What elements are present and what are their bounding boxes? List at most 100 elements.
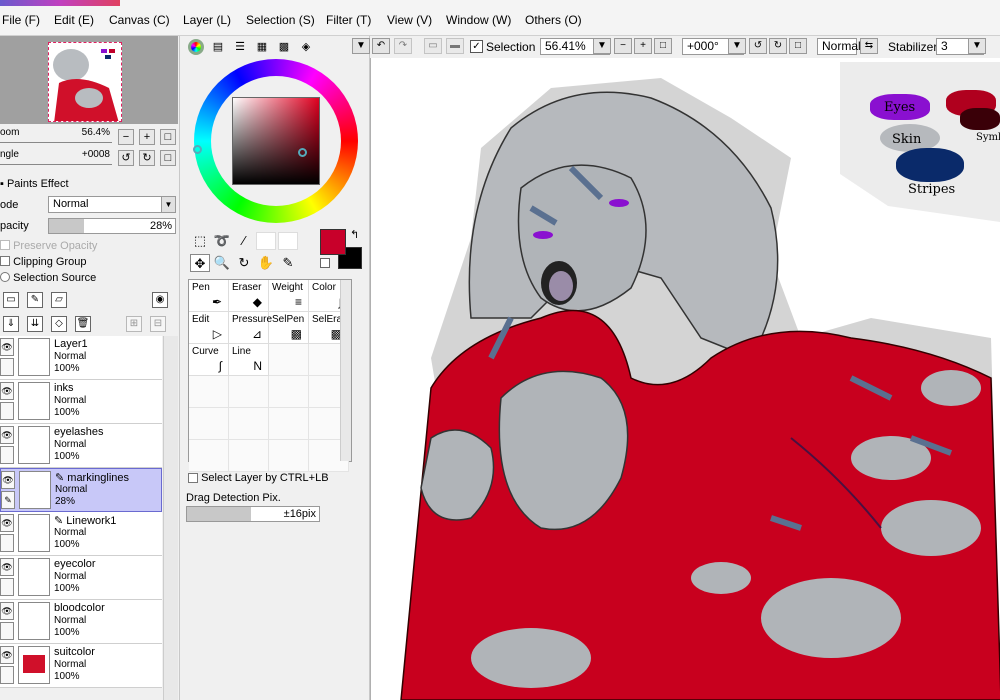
primary-color-swatch[interactable]	[320, 229, 346, 255]
lock-icon[interactable]	[0, 578, 14, 596]
brush-empty-slot[interactable]	[269, 440, 309, 472]
rect-select-icon[interactable]: ⬚	[190, 232, 210, 250]
paints-effect-header[interactable]: ▪ Paints Effect	[0, 178, 69, 190]
brush-edit[interactable]: Edit ▷	[189, 312, 229, 344]
swatches-tab-icon[interactable]: ▩	[276, 39, 292, 55]
palette-tab-icon[interactable]: ▦	[254, 39, 270, 55]
swap-colors-icon[interactable]: ↰	[350, 228, 359, 241]
zoom-out-button[interactable]: −	[118, 129, 134, 145]
rotate-reset-button[interactable]: □	[160, 150, 176, 166]
hue-picker-ring[interactable]	[193, 145, 202, 154]
zoom-slider[interactable]	[0, 142, 112, 143]
new-linework-layer-icon[interactable]: ✎	[27, 292, 43, 308]
zoom-in-button[interactable]: +	[139, 129, 155, 145]
brush-empty-slot[interactable]	[269, 376, 309, 408]
opacity-slider[interactable]: 28%	[48, 218, 176, 234]
transfer-down-icon[interactable]: ⇓	[3, 316, 19, 332]
menu-selection[interactable]: Selection (S)	[246, 13, 315, 27]
clear-layer-icon[interactable]: ◇	[51, 316, 67, 332]
merge-down-icon[interactable]: ⇊	[27, 316, 43, 332]
brush-empty-slot[interactable]	[189, 408, 229, 440]
layer-row-inks[interactable]: 👁 inks Normal 100%	[0, 380, 162, 424]
new-layer-icon[interactable]: ▭	[3, 292, 19, 308]
eyedropper-icon[interactable]: ✎	[278, 254, 298, 272]
eye-icon[interactable]: 👁	[0, 382, 14, 400]
magic-wand-icon[interactable]: ⁄	[234, 232, 254, 250]
brush-line[interactable]: Line N	[229, 344, 269, 376]
menu-filter[interactable]: Filter (T)	[326, 13, 371, 27]
lasso-icon[interactable]: ➰	[212, 232, 232, 250]
toolbar-rotate-left-icon[interactable]: ↺	[749, 38, 767, 54]
brush-empty-slot[interactable]	[189, 440, 229, 472]
brush-weight[interactable]: Weight ≡	[269, 280, 309, 312]
brush-selpen[interactable]: SelPen ▩	[269, 312, 309, 344]
lock-icon[interactable]	[0, 622, 14, 640]
undo-icon[interactable]: ↶	[372, 38, 390, 54]
eye-icon[interactable]: 👁	[0, 602, 14, 620]
blend-mode-dropdown[interactable]: Normal ▼	[48, 196, 176, 213]
invert-selection-icon[interactable]: ▬	[446, 38, 464, 54]
flip-icon[interactable]: ⇆	[860, 38, 878, 54]
eye-icon[interactable]: 👁	[0, 338, 14, 356]
layer-options-icon[interactable]: ◉	[152, 292, 168, 308]
lock-icon[interactable]	[0, 402, 14, 420]
stabilizer-dropdown-icon[interactable]: ▼	[968, 38, 986, 54]
eye-icon[interactable]: 👁	[0, 426, 14, 444]
brush-empty-slot[interactable]	[269, 408, 309, 440]
selection-source-checkbox[interactable]: Selection Source	[0, 271, 96, 284]
toolbar-zoom-out-icon[interactable]: −	[614, 38, 632, 54]
preserve-opacity-checkbox[interactable]: Preserve Opacity	[0, 239, 97, 252]
layer-row-layer1[interactable]: 👁 Layer1 Normal 100%	[0, 336, 162, 380]
rgb-slider-tab-icon[interactable]: ▤	[210, 39, 226, 55]
trash-icon[interactable]: 🗑	[75, 316, 91, 332]
toolbar-menu-icon[interactable]: ▼	[352, 38, 370, 54]
angle-slider[interactable]	[0, 164, 112, 165]
layer-row-suitcolor[interactable]: 👁 suitcolor Normal 100%	[0, 644, 162, 688]
layer-row-eyelashes[interactable]: 👁 eyelashes Normal 100%	[0, 424, 162, 468]
brush-empty-slot[interactable]	[229, 408, 269, 440]
brush-empty-slot[interactable]	[229, 376, 269, 408]
drag-detection-slider[interactable]: ±16pix	[186, 506, 320, 522]
brush-pressure[interactable]: Pressure ⊿	[229, 312, 272, 344]
layer-row-linework1[interactable]: 👁 ✎ Linework1 Normal 100%	[0, 512, 162, 556]
zoom-reset-button[interactable]: □	[160, 129, 176, 145]
toolbar-zoom-reset-icon[interactable]: □	[654, 38, 672, 54]
apply-mask-icon[interactable]: ⊟	[150, 316, 166, 332]
toolbar-zoom-in-icon[interactable]: +	[634, 38, 652, 54]
rotation-dropdown-icon[interactable]: ▼	[728, 38, 746, 54]
clipping-group-checkbox[interactable]: Clipping Group	[0, 255, 86, 268]
redo-icon[interactable]: ↷	[394, 38, 412, 54]
layer-row-bloodcolor[interactable]: 👁 bloodcolor Normal 100%	[0, 600, 162, 644]
view-mode-field[interactable]: Normal	[817, 38, 861, 55]
layer-row-eyecolor[interactable]: 👁 eyecolor Normal 100%	[0, 556, 162, 600]
hand-icon[interactable]: ✋	[256, 254, 276, 272]
layer-mask-icon[interactable]: ⊞	[126, 316, 142, 332]
hue-wheel[interactable]	[193, 59, 358, 223]
scratchpad-tab-icon[interactable]: ◈	[298, 39, 314, 55]
saturation-value-square[interactable]	[232, 97, 320, 185]
select-layer-ctrl-checkbox[interactable]: Select Layer by CTRL+LB	[188, 471, 329, 484]
eye-icon[interactable]: 👁	[0, 558, 14, 576]
move-icon[interactable]: ✥	[190, 254, 210, 272]
menu-file[interactable]: File (F)	[2, 13, 40, 27]
menu-edit[interactable]: Edit (E)	[54, 13, 94, 27]
brush-eraser[interactable]: Eraser ◆	[229, 280, 269, 312]
new-folder-icon[interactable]: ▱	[51, 292, 67, 308]
brush-empty-slot[interactable]	[269, 344, 309, 376]
menu-others[interactable]: Others (O)	[525, 13, 582, 27]
rotate-tool-icon[interactable]: ↻	[234, 254, 254, 272]
menu-canvas[interactable]: Canvas (C)	[109, 13, 170, 27]
brush-empty-slot[interactable]	[229, 440, 269, 472]
toolbar-rotate-reset-icon[interactable]: □	[789, 38, 807, 54]
layer-row-markinglines[interactable]: 👁 ✎ ✎ markinglines Normal 28%	[0, 468, 162, 512]
lock-icon[interactable]: ✎	[1, 491, 15, 509]
toolbar-rotate-right-icon[interactable]: ↻	[769, 38, 787, 54]
menu-window[interactable]: Window (W)	[446, 13, 511, 27]
menu-view[interactable]: View (V)	[387, 13, 432, 27]
sv-picker-ring[interactable]	[298, 148, 307, 157]
brush-curve[interactable]: Curve ∫	[189, 344, 229, 376]
color-wheel-tab-icon[interactable]	[188, 39, 204, 55]
drawing-canvas[interactable]: Eyes Symbi Skin Stripes	[370, 58, 1000, 700]
lock-icon[interactable]	[0, 534, 14, 552]
brush-pen[interactable]: Pen ✒	[189, 280, 229, 312]
